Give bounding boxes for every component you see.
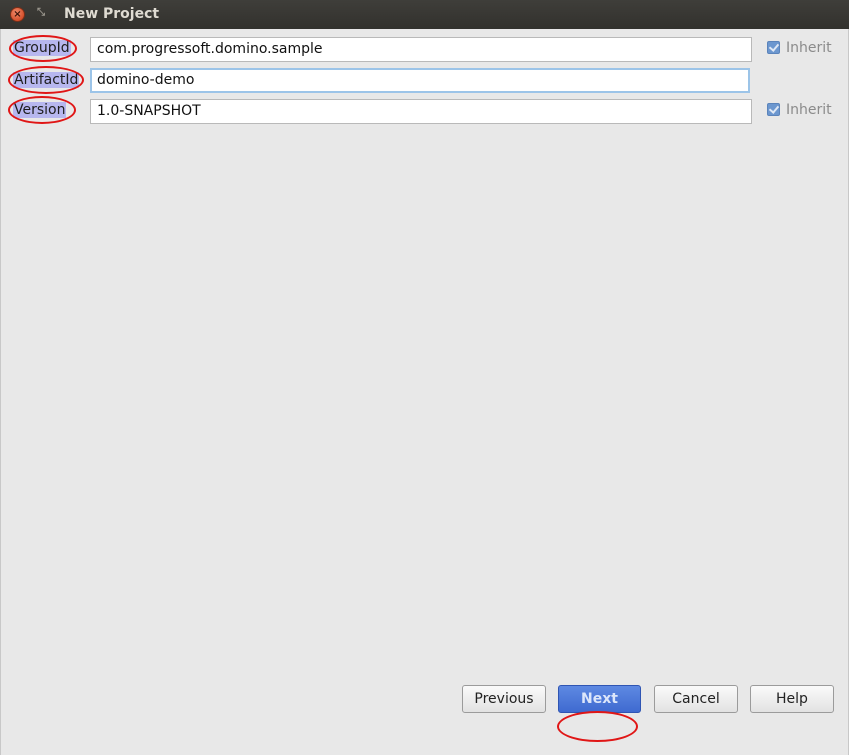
- close-icon[interactable]: ×: [10, 7, 25, 22]
- groupid-label: GroupId: [13, 40, 71, 56]
- restore-icon[interactable]: ⤡: [37, 8, 47, 18]
- help-button[interactable]: Help: [750, 685, 834, 713]
- checkbox-checked-icon[interactable]: [767, 40, 780, 54]
- version-field[interactable]: 1.0-SNAPSHOT: [90, 99, 752, 124]
- version-inherit-label: Inherit: [786, 102, 832, 118]
- version-inherit-checkbox[interactable]: Inherit: [767, 101, 832, 119]
- artifactid-label: ArtifactId: [13, 72, 80, 88]
- cancel-button[interactable]: Cancel: [654, 685, 738, 713]
- groupid-field[interactable]: com.progressoft.domino.sample: [90, 37, 752, 62]
- groupid-inherit-checkbox[interactable]: Inherit: [767, 39, 832, 57]
- next-button[interactable]: Next: [558, 685, 641, 713]
- artifactid-field[interactable]: domino-demo: [90, 68, 750, 93]
- version-label: Version: [13, 102, 67, 118]
- groupid-inherit-label: Inherit: [786, 40, 832, 56]
- wizard-content: [0, 29, 849, 755]
- window-title: New Project: [64, 6, 160, 22]
- window-titlebar: × ⤡ New Project: [0, 0, 849, 29]
- checkbox-checked-icon[interactable]: [767, 102, 780, 116]
- previous-button[interactable]: Previous: [462, 685, 546, 713]
